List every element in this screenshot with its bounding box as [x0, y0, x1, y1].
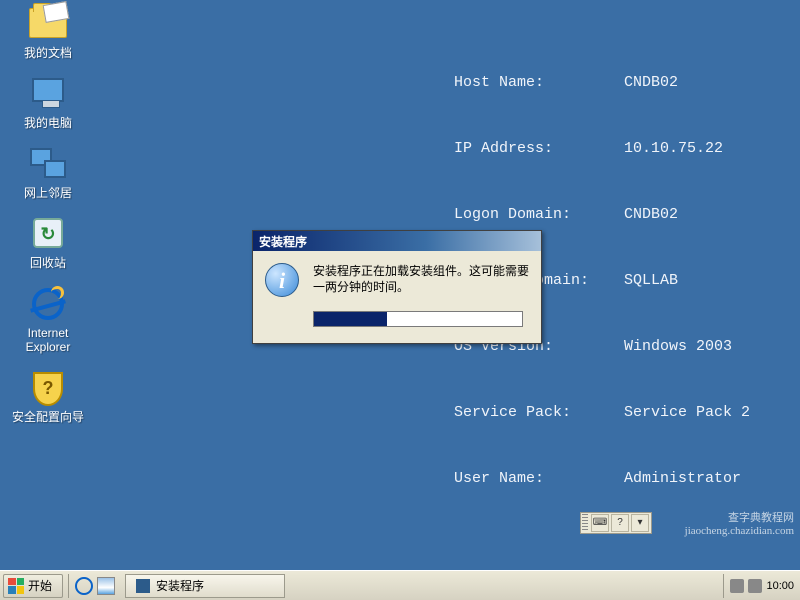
logon-domain-key: Logon Domain:: [454, 204, 624, 226]
ip-address-value: 10.10.75.22: [624, 140, 723, 157]
taskbar-app-label: 安装程序: [156, 577, 204, 594]
quick-launch-ie[interactable]: [75, 577, 93, 595]
icon-my-documents[interactable]: 我的文档: [8, 8, 88, 60]
progress-fill: [314, 312, 387, 326]
dialog-message: 安装程序正在加载安装组件。这可能需要一两分钟的时间。: [313, 263, 531, 297]
machine-domain-value: SQLLAB: [624, 272, 678, 289]
desktop-icons: 我的文档 我的电脑 网上邻居 回收站 Internet Explorer 安全配…: [8, 6, 88, 442]
start-button[interactable]: 开始: [3, 574, 63, 598]
host-name-value: CNDB02: [624, 74, 678, 91]
icon-label: 我的电脑: [8, 116, 88, 130]
tray-icon[interactable]: [730, 579, 744, 593]
icon-label: 网上邻居: [8, 186, 88, 200]
app-icon: [136, 579, 150, 593]
watermark-line2: jiaocheng.chazidian.com: [685, 525, 794, 538]
icon-internet-explorer[interactable]: Internet Explorer: [8, 288, 88, 354]
icon-security-config-wizard[interactable]: 安全配置向导: [8, 372, 88, 424]
start-label: 开始: [28, 577, 52, 594]
taskbar: 开始 安装程序 10:00: [0, 570, 800, 600]
user-name-value: Administrator: [624, 470, 741, 487]
host-name-key: Host Name:: [454, 72, 624, 94]
ime-keyboard-button[interactable]: ⌨: [591, 514, 609, 532]
clock[interactable]: 10:00: [766, 580, 794, 592]
icon-network-places[interactable]: 网上邻居: [8, 148, 88, 200]
watermark-line1: 查字典教程网: [685, 512, 794, 525]
icon-my-computer[interactable]: 我的电脑: [8, 78, 88, 130]
ip-address-key: IP Address:: [454, 138, 624, 160]
language-bar[interactable]: ⌨ ? ▾: [580, 512, 652, 534]
network-icon: [30, 148, 66, 178]
dialog-body: i 安装程序正在加载安装组件。这可能需要一两分钟的时间。: [253, 251, 541, 343]
taskbar-app-button[interactable]: 安装程序: [125, 574, 285, 598]
icon-label: 安全配置向导: [8, 410, 88, 424]
logon-domain-value: CNDB02: [624, 206, 678, 223]
progress-bar: [313, 311, 523, 327]
tray-icon[interactable]: [748, 579, 762, 593]
system-tray: 10:00: [723, 574, 800, 598]
help-button[interactable]: ?: [611, 514, 629, 532]
icon-recycle-bin[interactable]: 回收站: [8, 218, 88, 270]
service-pack-key: Service Pack:: [454, 402, 624, 424]
folder-icon: [29, 8, 67, 38]
quick-launch-show-desktop[interactable]: [97, 577, 115, 595]
os-version-value: Windows 2003: [624, 338, 732, 355]
drag-handle-icon[interactable]: [582, 514, 588, 532]
quick-launch: [68, 574, 121, 598]
info-icon: i: [265, 263, 299, 297]
dialog-title: 安装程序: [259, 235, 307, 249]
service-pack-value: Service Pack 2: [624, 404, 750, 421]
icon-label: 我的文档: [8, 46, 88, 60]
icon-label: 回收站: [8, 256, 88, 270]
computer-icon: [32, 78, 64, 102]
options-button[interactable]: ▾: [631, 514, 649, 532]
watermark: 查字典教程网 jiaocheng.chazidian.com: [685, 512, 794, 538]
setup-dialog: 安装程序 i 安装程序正在加载安装组件。这可能需要一两分钟的时间。: [252, 230, 542, 344]
dialog-titlebar[interactable]: 安装程序: [253, 231, 541, 251]
shield-icon: [33, 372, 63, 406]
ie-icon: [32, 288, 64, 320]
desktop: 我的文档 我的电脑 网上邻居 回收站 Internet Explorer 安全配…: [0, 0, 800, 570]
icon-label: Internet Explorer: [8, 326, 88, 354]
windows-flag-icon: [8, 578, 24, 594]
recycle-icon: [33, 218, 63, 248]
user-name-key: User Name:: [454, 468, 624, 490]
